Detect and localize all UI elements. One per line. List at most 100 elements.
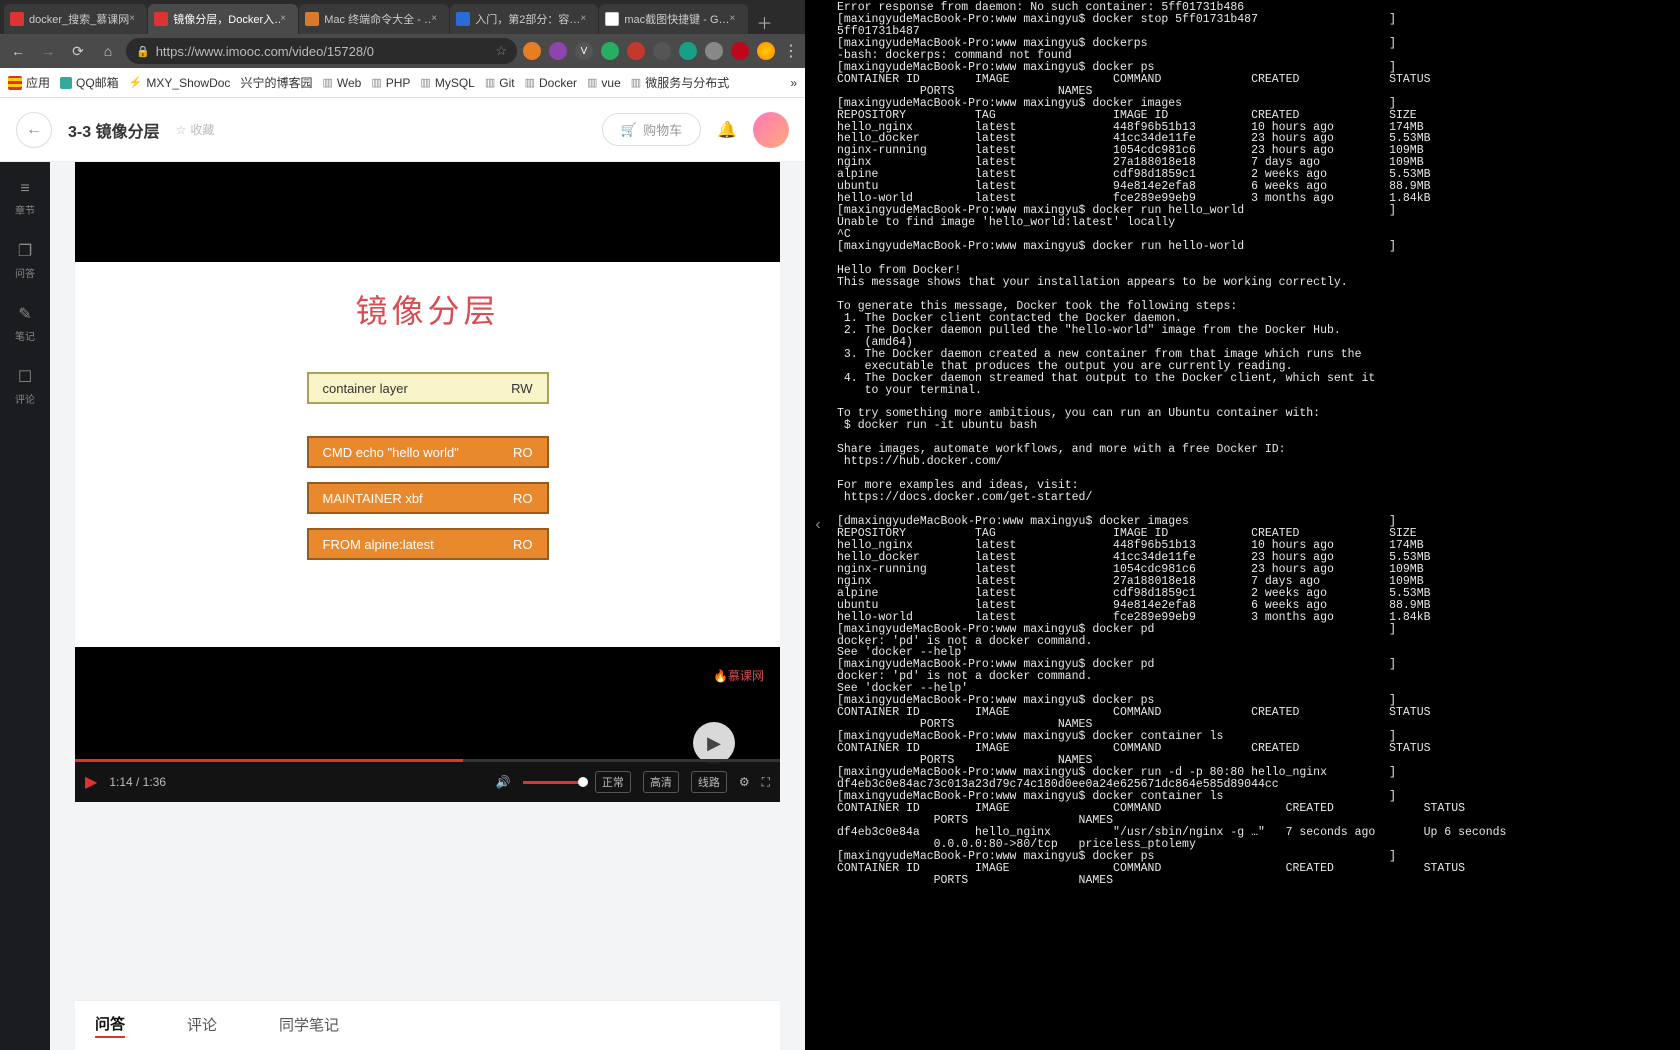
extension-icon[interactable] <box>679 42 697 60</box>
lock-icon: 🔒 <box>136 45 150 58</box>
tab-2[interactable]: Mac 终端命令大全 - … × <box>299 4 449 34</box>
layer-from: FROM alpine:latest RO <box>307 528 549 560</box>
close-icon[interactable]: × <box>280 13 292 25</box>
extension-icon[interactable] <box>627 42 645 60</box>
menu-icon[interactable]: ⋮ <box>783 41 799 61</box>
play-overlay-button[interactable]: ▶ <box>693 722 735 764</box>
close-icon[interactable]: × <box>580 13 592 25</box>
video-slide: 镜像分层 container layer RW CMD echo "hello … <box>75 262 780 647</box>
layer-mode: RO <box>513 491 533 506</box>
pinterest-icon[interactable] <box>731 42 749 60</box>
close-icon[interactable]: × <box>730 13 742 25</box>
layer-text: MAINTAINER xbf <box>323 491 423 506</box>
address-bar[interactable]: 🔒 https://www.imooc.com/video/15728/0 ☆ <box>126 38 517 64</box>
home-icon[interactable]: ⌂ <box>96 39 120 63</box>
left-rail: ≡章节 ❐问答 ✎笔记 ☐评论 <box>0 162 50 1050</box>
rail-qa[interactable]: ❐问答 <box>15 241 35 280</box>
tab-label: 镜像分层，Docker入… <box>173 11 280 27</box>
subtab-notes[interactable]: 同学笔记 <box>279 1014 339 1037</box>
collapse-pane-button[interactable]: ‹ <box>805 0 831 1050</box>
rail-chapters[interactable]: ≡章节 <box>15 180 35 217</box>
tab-label: 入门，第2部分：容… <box>475 11 580 27</box>
layer-maintainer: MAINTAINER xbf RO <box>307 482 549 514</box>
notifications-icon[interactable]: 🔔 <box>717 120 737 140</box>
imooc-favicon <box>154 12 168 26</box>
course-title: 3-3 镜像分层 <box>68 118 160 142</box>
qq-icon <box>60 77 72 89</box>
extension-icon[interactable]: V <box>575 42 593 60</box>
fullscreen-icon[interactable]: ⛶ <box>762 775 770 790</box>
watermark: 🔥慕课网 <box>713 667 764 684</box>
lightning-icon: ⚡ <box>129 76 143 89</box>
tab-1[interactable]: 镜像分层，Docker入… × <box>148 4 298 34</box>
time-display: 1:14 / 1:36 <box>109 775 166 789</box>
favorite-button[interactable]: ☆ 收藏 <box>176 121 215 138</box>
play-button[interactable]: ▶ <box>85 772 97 792</box>
cart-icon: 🛒 <box>621 122 637 138</box>
bookmark-folder-mysql[interactable]: ▥MySQL <box>420 76 474 90</box>
bookmark-folder-docker[interactable]: ▥Docker <box>525 76 577 90</box>
bookmark-folder-git[interactable]: ▥Git <box>485 76 515 90</box>
extension-icon[interactable] <box>523 42 541 60</box>
bookmarks-bar: 应用 QQ邮箱 ⚡MXY_ShowDoc 兴宁的博客园 ▥Web ▥PHP ▥M… <box>0 68 805 98</box>
close-icon[interactable]: × <box>431 13 443 25</box>
tab-3[interactable]: 入门，第2部分：容… × <box>450 4 598 34</box>
terminal-output: Error response from daemon: No such cont… <box>837 1 1506 887</box>
toolbar: ← → ⟳ ⌂ 🔒 https://www.imooc.com/video/15… <box>0 34 805 68</box>
back-icon[interactable]: ← <box>6 39 30 63</box>
evernote-icon[interactable] <box>601 42 619 60</box>
imooc-favicon <box>10 12 24 26</box>
tab-label: mac截图快捷键 - G… <box>624 11 729 27</box>
settings-icon[interactable]: ⚙ <box>739 775 750 789</box>
terminal[interactable]: Error response from daemon: No such cont… <box>831 0 1680 1050</box>
slide-title: 镜像分层 <box>355 286 499 332</box>
forward-icon[interactable]: → <box>36 39 60 63</box>
extension-icon[interactable] <box>705 42 723 60</box>
ibm-favicon <box>456 12 470 26</box>
quality-button[interactable]: 高清 <box>643 771 679 793</box>
bookmark-qqmail[interactable]: QQ邮箱 <box>60 74 119 91</box>
tab-0[interactable]: docker_搜索_慕课网 × <box>4 4 147 34</box>
folder-icon: ▥ <box>525 76 535 89</box>
bookmark-folder-microservice[interactable]: ▥微服务与分布式 <box>631 74 729 91</box>
comment-icon: ☐ <box>18 367 32 387</box>
bookmarks-overflow[interactable]: » <box>790 76 797 90</box>
video-player[interactable]: 镜像分层 container layer RW CMD echo "hello … <box>75 162 780 802</box>
extension-icon[interactable] <box>549 42 567 60</box>
user-avatar[interactable] <box>753 112 789 148</box>
course-back-button[interactable]: ← <box>16 112 52 148</box>
rail-notes[interactable]: ✎笔记 <box>15 304 35 343</box>
bookmark-folder-web[interactable]: ▥Web <box>322 76 361 90</box>
cart-button[interactable]: 🛒购物车 <box>602 113 701 146</box>
volume-icon[interactable]: 🔊 <box>496 775 511 789</box>
folder-icon: ▥ <box>371 76 381 89</box>
tab-4[interactable]: mac截图快捷键 - G… × <box>599 4 747 34</box>
layer-cmd: CMD echo "hello world" RO <box>307 436 549 468</box>
bookmark-folder-vue[interactable]: ▥vue <box>587 76 621 90</box>
apps-button[interactable]: 应用 <box>8 74 50 91</box>
rail-comments[interactable]: ☐评论 <box>15 367 35 406</box>
subtabs: 问答 评论 同学笔记 <box>75 1000 780 1050</box>
close-icon[interactable]: × <box>129 13 141 25</box>
reload-icon[interactable]: ⟳ <box>66 39 90 63</box>
speed-button[interactable]: 正常 <box>595 771 631 793</box>
subtab-comments[interactable]: 评论 <box>187 1014 217 1037</box>
new-tab-button[interactable]: ＋ <box>753 10 777 34</box>
layer-mode: RO <box>513 537 533 552</box>
profile-avatar[interactable] <box>757 42 775 60</box>
folder-icon: ▥ <box>485 76 495 89</box>
volume-slider[interactable] <box>523 781 583 784</box>
line-button[interactable]: 线路 <box>691 771 727 793</box>
star-icon[interactable]: ☆ <box>495 43 507 59</box>
bookmark-folder-php[interactable]: ▥PHP <box>371 76 410 90</box>
bookmark-blog[interactable]: 兴宁的博客园 <box>240 74 312 91</box>
subtab-qa[interactable]: 问答 <box>95 1013 125 1038</box>
extension-icon[interactable] <box>653 42 671 60</box>
page-body: ≡章节 ❐问答 ✎笔记 ☐评论 镜像分层 container layer RW … <box>0 162 805 1050</box>
volume-knob[interactable] <box>578 777 588 787</box>
page-header: ← 3-3 镜像分层 ☆ 收藏 🛒购物车 🔔 <box>0 98 805 162</box>
bookmark-showdoc[interactable]: ⚡MXY_ShowDoc <box>129 76 231 90</box>
video-area: 镜像分层 container layer RW CMD echo "hello … <box>50 162 805 1050</box>
player-controls: ▶ 1:14 / 1:36 🔊 正常 高清 线路 ⚙ ⛶ <box>75 762 780 802</box>
folder-icon: ▥ <box>631 76 641 89</box>
